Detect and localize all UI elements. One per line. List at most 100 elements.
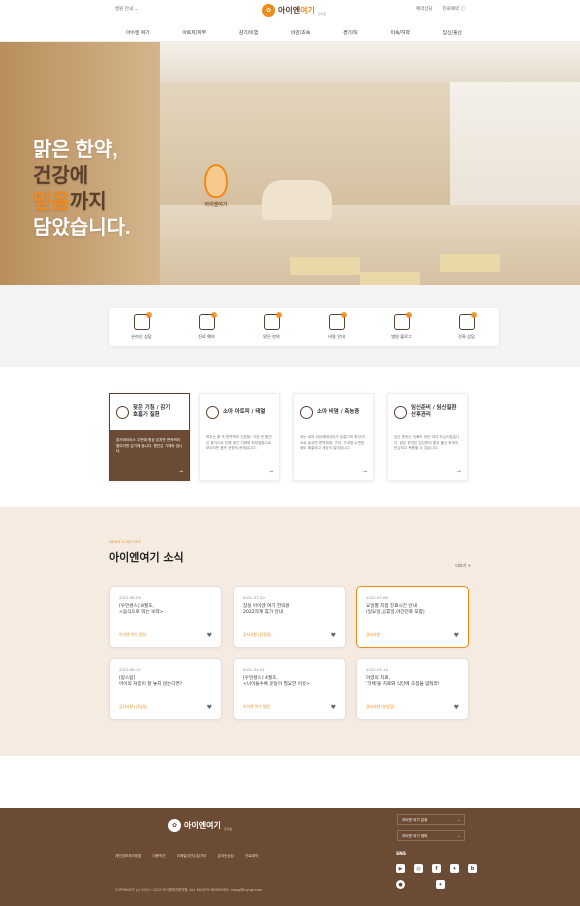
- child-nose-icon: [300, 405, 313, 419]
- card-title: 임신준비 / 임신질환 산후관리: [411, 405, 457, 418]
- herbal-bowl-icon: [263, 312, 282, 330]
- card-title: 잦은 기침 / 감기 호흡기 질환: [133, 405, 171, 418]
- waiting-bench: [440, 254, 500, 272]
- hero-line-1: 맑은 한약,: [33, 139, 118, 161]
- email-policy-link[interactable]: 이메일무단수집거부: [177, 854, 207, 859]
- nav-item-atopy[interactable]: 아토피/피부: [182, 29, 206, 36]
- reservation-link[interactable]: 진료예약: [245, 854, 258, 859]
- card-title: 소아 비염 / 축농증: [317, 408, 360, 415]
- news-card[interactable]: 2022.04.01 [우먼센스] 4월호, <나이들수록 운동이 필요한 이유…: [233, 658, 346, 720]
- site-footer: ✿ 아이엔여기 한의원 개인정보처리방침 이용약관 이메일무단수집거부 온라인상…: [0, 808, 580, 906]
- logo-icon: ✿: [262, 4, 275, 17]
- sns-label: SNS: [396, 852, 406, 857]
- chat-icon: [133, 312, 152, 330]
- quick-item-cost[interactable]: 비용 안내: [309, 312, 365, 340]
- copyright: COPYRIGHT (c) 2012~2022 아이엔여기한의원. ALL RI…: [115, 888, 263, 892]
- site-logo[interactable]: ✿ 아이엔여기 한의원: [262, 4, 326, 17]
- privacy-link[interactable]: 개인정보처리방침: [115, 854, 141, 859]
- logo-text: 아이엔여기: [278, 6, 315, 15]
- news-card[interactable]: 2022.08.29 [우먼센스] 8월호, <음식으로 먹는 보약> 아이엔 …: [109, 586, 222, 648]
- mother-icon: [394, 405, 407, 419]
- news-eyebrow: NEWS & NOTICE: [109, 540, 142, 544]
- news-card-highlighted[interactable]: 2022.07.08 요일별 지점 진료시간 안내 (일요일,공휴일,야간진료 …: [356, 586, 469, 648]
- footer-links: 개인정보처리방침 이용약관 이메일무단수집거부 온라인상담 진료예약: [115, 854, 258, 859]
- specialty-card-rhinitis[interactable]: 소아 비염 / 축농증 코는 내의 외이에에이이가 호흡기의 최전선! 코로 숨…: [293, 393, 374, 481]
- specialty-card-cold[interactable]: 잦은 기침 / 감기 호흡기 질환 감기바이러스 주변에 항상 있지만 면역력이…: [109, 393, 190, 481]
- specialty-card-pregnancy[interactable]: 임신준비 / 임신질환 산후관리 임신 준비는 아빠도 모든 여자 조심스럽습니…: [387, 393, 468, 481]
- hero-line-3: 믿음까지: [33, 191, 107, 213]
- footer-logo[interactable]: ✿ 아이엔여기 한의원: [168, 819, 232, 832]
- news-card[interactable]: 2022.03.14 어렸의 치료, '기체'을 치료와 식단에 초점을 맞춰라…: [356, 658, 469, 720]
- footer-logo-sub: 한의원: [223, 826, 233, 831]
- campus-select[interactable]: 아이엔 여기 캠퍼 ⌄: [397, 830, 465, 841]
- quick-menu-section: 온라인 상담 진료 예약 맑은 한약 비용 안내 병원 블로그 전화 상담: [0, 285, 580, 367]
- specialty-card-atopy[interactable]: 소아 아토피 / 태열 피부는 몸 속 면역력의 신호등! 가장 큰 원인은 음…: [199, 393, 280, 481]
- main-nav: 아이엔 여기 아토피/피부 감기/비염 비만/조숙 경기/틱 미숙/허약 임신/…: [0, 29, 580, 36]
- nav-item-pregnancy[interactable]: 임신/출산: [443, 29, 462, 36]
- nav-item-cold[interactable]: 감기/비염: [239, 29, 258, 36]
- kakao-icon[interactable]: ●: [396, 880, 405, 889]
- branch-select[interactable]: 아이엔 여기 분점 ⌄: [397, 814, 465, 825]
- reservation-link[interactable]: 진료예약 ⓘ: [443, 6, 466, 12]
- news-card[interactable]: 2022.07.20 잠실 아이엔 여기 한의원 2022하계 휴가 안내 공지…: [233, 586, 346, 648]
- nav-item-weak[interactable]: 미숙/허약: [391, 29, 410, 36]
- spacer: [0, 756, 580, 808]
- quick-menu: 온라인 상담 진료 예약 맑은 한약 비용 안내 병원 블로그 전화 상담: [109, 308, 499, 346]
- sign-text: 아이엔여기: [204, 202, 228, 208]
- news-section: NEWS & NOTICE 아이엔여기 소식 더보기 + 2022.08.29 …: [0, 507, 580, 756]
- news-title: 아이엔여기 소식: [109, 551, 184, 564]
- child-face-icon: [206, 405, 219, 419]
- arrow-right-icon: →: [362, 469, 367, 475]
- twitter-icon[interactable]: ✦: [450, 864, 459, 873]
- twitter-icon[interactable]: ✦: [436, 880, 445, 889]
- hero-headline: 맑은 한약, 건강에 믿음까지 담았습니다.: [33, 137, 131, 241]
- hero-banner: 아이엔여기 맑은 한약, 건강에 믿음까지 담았습니다.: [0, 42, 580, 285]
- facebook-icon[interactable]: f: [432, 864, 441, 873]
- news-more-link[interactable]: 더보기 +: [455, 563, 471, 569]
- reception-desk: [262, 180, 332, 220]
- site-header: 병원 안내 ⌄ ✿ 아이엔여기 한의원 예약상담 진료예약 ⓘ 아이엔 여기 아…: [0, 0, 580, 42]
- logo-sub: 한의원: [317, 11, 327, 16]
- instagram-icon[interactable]: ◎: [414, 864, 423, 873]
- heart-icon[interactable]: ♥: [454, 704, 459, 711]
- logo-icon: ✿: [168, 819, 181, 832]
- laptop-icon: [393, 312, 412, 330]
- heart-icon[interactable]: ♥: [454, 632, 459, 639]
- top-bar: 병원 안내 ⌄ ✿ 아이엔여기 한의원 예약상담 진료예약 ⓘ: [0, 0, 580, 22]
- branch-dropdown[interactable]: 병원 안내 ⌄: [115, 6, 138, 12]
- quick-item-reservation[interactable]: 진료 예약: [179, 312, 235, 340]
- quick-item-phone[interactable]: 전화 상담: [439, 312, 495, 340]
- heart-icon[interactable]: ♥: [207, 704, 212, 711]
- sns-icons-row2: ● ✦: [396, 880, 445, 889]
- nav-item-about[interactable]: 아이엔 여기: [126, 29, 150, 36]
- nav-item-tic[interactable]: 경기/틱: [343, 29, 358, 36]
- heart-icon[interactable]: ♥: [207, 632, 212, 639]
- waiting-bench: [360, 272, 420, 285]
- terms-link[interactable]: 이용약관: [152, 854, 165, 859]
- online-consult-link[interactable]: 온라인상담: [217, 854, 234, 859]
- card-desc: 임신 준비는 아빠도 모든 여자 조심스럽습니다. 맑은 한약은 임신준비 뿐이…: [394, 435, 460, 451]
- news-card[interactable]: 2022.06.15 [맘스팁] 아이의 처증이 잘 놓지 않는다면? 공지사항…: [109, 658, 222, 720]
- quick-item-herbal[interactable]: 맑은 한약: [244, 312, 300, 340]
- calendar-icon: [198, 312, 217, 330]
- sick-child-icon: [116, 405, 129, 419]
- receipt-icon: [328, 312, 347, 330]
- hero-line-2: 건강에: [33, 165, 89, 187]
- blog-icon[interactable]: b: [468, 864, 477, 873]
- seed-logo-icon: [204, 164, 228, 198]
- specialty-section: 잦은 기침 / 감기 호흡기 질환 감기바이러스 주변에 항상 있지만 면역력이…: [0, 367, 580, 507]
- chevron-down-icon: ⌄: [456, 818, 460, 822]
- quick-item-blog[interactable]: 병원 블로그: [374, 312, 430, 340]
- youtube-icon[interactable]: ▶: [396, 864, 405, 873]
- card-desc: 피부는 몸 속 면역력의 신호등! 가장 큰 원인은 음식으로 인해 생긴 기체…: [206, 435, 272, 451]
- nav-item-obesity[interactable]: 비만/조숙: [291, 29, 310, 36]
- phone-icon: [458, 312, 477, 330]
- heart-icon[interactable]: ♥: [331, 704, 336, 711]
- arrow-right-icon: →: [456, 469, 461, 475]
- quick-item-online-consult[interactable]: 온라인 상담: [114, 312, 170, 340]
- chevron-down-icon: ⌄: [456, 834, 460, 838]
- arrow-right-icon: →: [268, 469, 273, 475]
- hero-line-4: 담았습니다.: [33, 217, 131, 239]
- consult-link[interactable]: 예약상담: [416, 6, 433, 12]
- heart-icon[interactable]: ♥: [331, 632, 336, 639]
